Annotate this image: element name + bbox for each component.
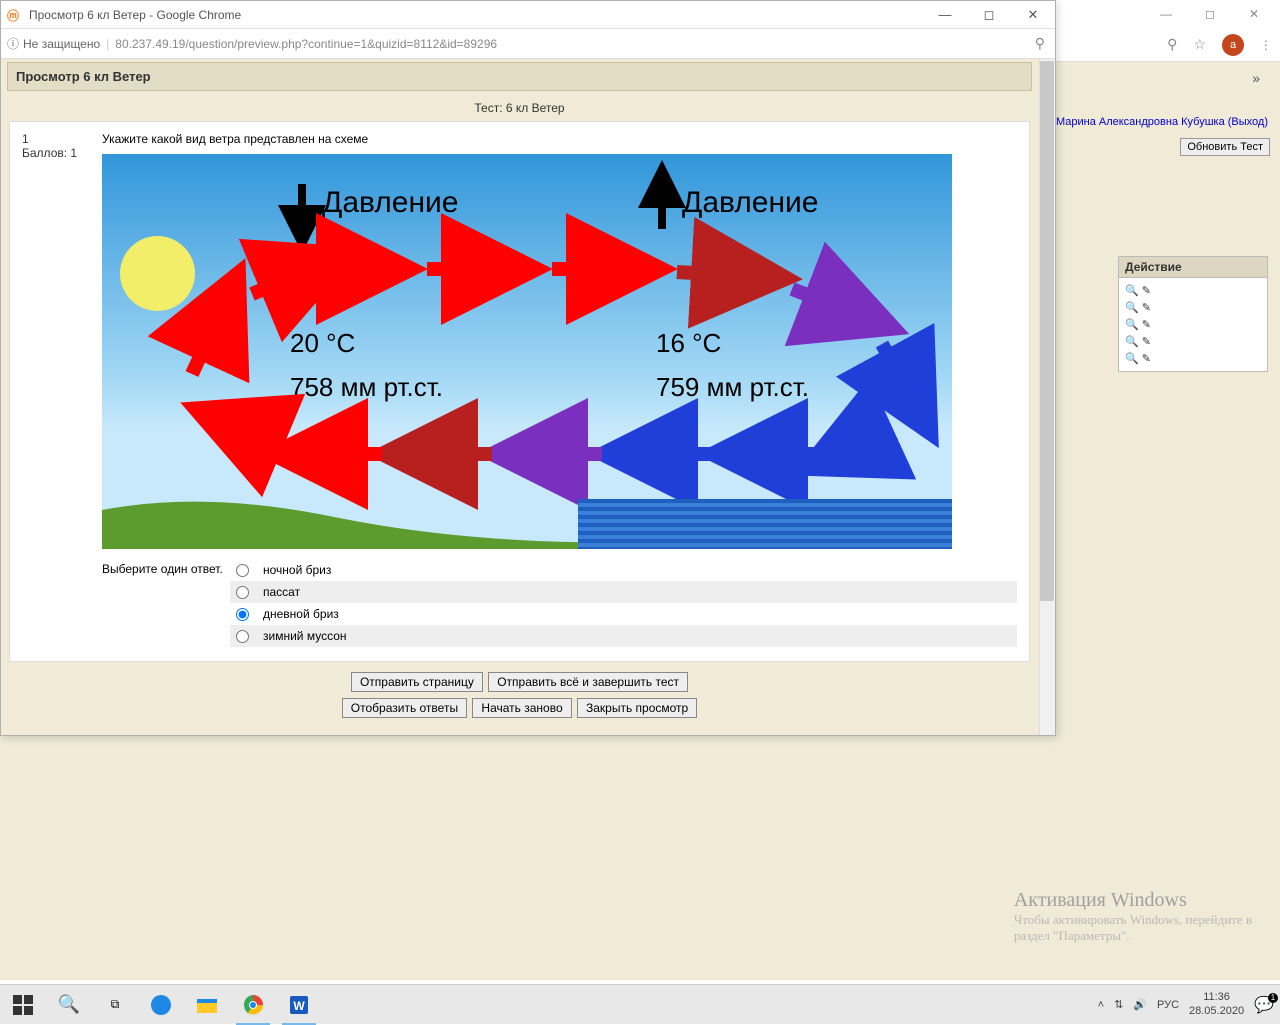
scrollbar-track[interactable] [1039,59,1055,735]
answer-options: ночной бриз пассат дневной бриз [230,559,1017,647]
magnifier-icon: 🔍 [1125,302,1139,314]
maximize-button[interactable]: ◻ [967,1,1011,29]
zoom-in-page-icon[interactable]: ⚲ [1035,35,1049,52]
question-number: 1 [22,132,102,146]
answer-block: Выберите один ответ. ночной бриз пассат [102,559,1017,647]
network-icon[interactable]: ⇅ [1114,998,1123,1011]
option-label: зимний муссон [263,629,347,643]
edit-icon: ✎ [1142,285,1151,297]
restart-button[interactable]: Начать заново [472,698,571,718]
radio-3[interactable] [236,630,249,643]
wind-diagram: Давление Давление 20 °C 758 мм рт.ст. 16… [102,154,952,549]
search-button[interactable]: 🔍 [46,985,92,1025]
language-indicator[interactable]: РУС [1157,999,1179,1011]
minimize-button[interactable]: — [923,1,967,29]
edit-icon: ✎ [1142,319,1151,331]
collapse-chevron-icon[interactable]: » [1252,70,1274,86]
windows-activation-watermark: Активация Windows Чтобы активировать Win… [1014,889,1252,944]
edit-icon: ✎ [1142,353,1151,365]
option-label: пассат [263,585,300,599]
insecure-label: Не защищено [23,37,100,51]
windows-taskbar: 🔍 ⧉ W ˄ ⇅ 🔊 РУС 11:36 28.05.2020 💬 1 [0,984,1280,1024]
system-tray: ˄ ⇅ 🔊 РУС 11:36 28.05.2020 💬 1 [1098,991,1280,1017]
edit-icon: ✎ [1142,302,1151,314]
bg-maximize-button[interactable]: ◻ [1188,0,1232,28]
bookmark-star-icon[interactable]: ☆ [1193,36,1206,53]
window-titlebar: ⓜ Просмотр 6 кл Ветер - Google Chrome — … [1,1,1055,29]
question-text: Укажите какой вид ветра представлен на с… [102,132,1017,146]
radio-0[interactable] [236,564,249,577]
option-label: ночной бриз [263,563,331,577]
answer-option-1[interactable]: пассат [230,581,1017,603]
action-item[interactable]: 🔍 ✎ [1125,333,1261,350]
answer-prompt: Выберите один ответ. [102,559,230,647]
clock-time: 11:36 [1189,991,1244,1004]
action-item[interactable]: 🔍 ✎ [1125,282,1261,299]
question-points: Баллов: 1 [22,146,102,160]
submit-page-button[interactable]: Отправить страницу [351,672,483,692]
question-container: 1 Баллов: 1 Укажите какой вид ветра пред… [9,121,1030,662]
magnifier-icon: 🔍 [1125,353,1139,365]
watermark-line2: Чтобы активировать Windows, перейдите в [1014,912,1252,928]
clock-date: 28.05.2020 [1189,1005,1244,1018]
zoom-icon[interactable]: ⚲ [1167,36,1177,53]
page-header: Просмотр 6 кл Ветер [7,62,1032,91]
bg-minimize-button[interactable]: — [1144,0,1188,28]
action-box-header: Действие [1118,256,1268,278]
action-item[interactable]: 🔍 ✎ [1125,299,1261,316]
explorer-taskbar-button[interactable] [184,985,230,1025]
question-meta: 1 Баллов: 1 [22,132,102,647]
svg-text:W: W [293,999,305,1013]
taskview-icon: ⧉ [111,997,120,1012]
radio-2[interactable] [236,608,249,621]
security-status[interactable]: ⓘ Не защищено [7,35,100,52]
land-shape [102,484,612,549]
info-icon: ⓘ [7,35,19,52]
page-body: Просмотр 6 кл Ветер Тест: 6 кл Ветер 1 Б… [1,59,1055,735]
bg-close-button[interactable]: ✕ [1232,0,1276,28]
action-center-icon[interactable]: 💬 1 [1254,995,1274,1015]
close-preview-button[interactable]: Закрыть просмотр [577,698,697,718]
show-answers-button[interactable]: Отобразить ответы [342,698,467,718]
answer-option-2[interactable]: дневной бриз [230,603,1017,625]
chrome-menu-icon[interactable]: ⋮ [1260,38,1272,52]
window-title: Просмотр 6 кл Ветер - Google Chrome [29,8,923,22]
control-button-row: Отобразить ответы Начать заново Закрыть … [1,696,1038,722]
tray-chevron-icon[interactable]: ˄ [1098,999,1104,1011]
submit-all-button[interactable]: Отправить всё и завершить тест [488,672,688,692]
action-sidebar-box: Действие 🔍 ✎ 🔍 ✎ 🔍 ✎ 🔍 ✎ 🔍 ✎ [1118,256,1268,372]
radio-1[interactable] [236,586,249,599]
magnifier-icon: 🔍 [1125,285,1139,297]
update-test-button[interactable]: Обновить Тест [1180,138,1270,156]
magnifier-icon: 🔍 [1125,336,1139,348]
foreground-chrome-window: ⓜ Просмотр 6 кл Ветер - Google Chrome — … [0,0,1056,736]
edit-icon: ✎ [1142,336,1151,348]
action-item[interactable]: 🔍 ✎ [1125,316,1261,333]
option-label: дневной бриз [263,607,339,621]
word-taskbar-button[interactable]: W [276,985,322,1025]
scrollbar-thumb[interactable] [1040,61,1054,601]
close-button[interactable]: ✕ [1011,1,1055,29]
search-icon: 🔍 [58,994,80,1015]
chrome-taskbar-button[interactable] [230,985,276,1025]
test-title: Тест: 6 кл Ветер [1,91,1038,121]
answer-option-0[interactable]: ночной бриз [230,559,1017,581]
address-bar: ⓘ Не защищено | 80.237.49.19/question/pr… [1,29,1055,59]
edge-taskbar-button[interactable] [138,985,184,1025]
start-button[interactable] [0,985,46,1025]
action-item[interactable]: 🔍 ✎ [1125,350,1261,367]
volume-icon[interactable]: 🔊 [1133,998,1147,1011]
profile-avatar[interactable]: a [1222,34,1244,56]
clock[interactable]: 11:36 28.05.2020 [1189,991,1244,1017]
watermark-title: Активация Windows [1014,889,1252,912]
sea-shape [578,499,952,549]
task-view-button[interactable]: ⧉ [92,985,138,1025]
answer-option-3[interactable]: зимний муссон [230,625,1017,647]
moodle-favicon-icon: ⓜ [7,7,23,23]
submit-button-row: Отправить страницу Отправить всё и завер… [1,662,1038,696]
url-text[interactable]: 80.237.49.19/question/preview.php?contin… [115,37,1028,51]
magnifier-icon: 🔍 [1125,319,1139,331]
watermark-line3: раздел "Параметры". [1014,928,1252,944]
